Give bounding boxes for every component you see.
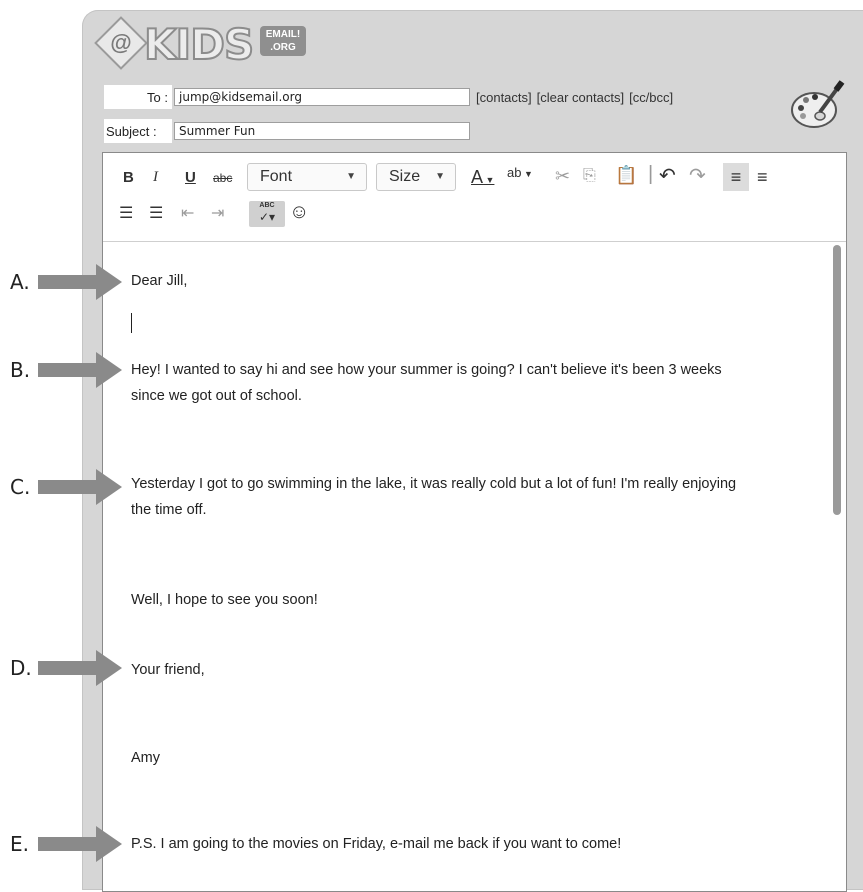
kidsemail-logo: @ KIDS EMAIL! .ORG xyxy=(94,16,330,70)
bullet-list-icon[interactable]: ☰ xyxy=(149,203,163,223)
annotation-e-arrow xyxy=(38,826,122,862)
italic-button[interactable]: I xyxy=(153,169,158,186)
message-editor[interactable]: B I U abc Font ▼ Size ▼ A ▼ ab ▼ ✂ ⎘ 📋 | ↶… xyxy=(102,152,847,892)
annotation-e-label: E. xyxy=(10,832,29,856)
strikethrough-button[interactable]: abc xyxy=(213,171,232,185)
to-input[interactable]: jump@kidsemail.org xyxy=(174,88,470,106)
ps-line: P.S. I am going to the movies on Friday,… xyxy=(131,836,622,852)
numbered-list-icon[interactable]: ☰ xyxy=(119,203,133,223)
logo-mark: @ xyxy=(94,16,148,70)
copy-icon[interactable]: ⎘ xyxy=(583,167,596,185)
editor-scrollbar[interactable] xyxy=(833,245,841,515)
indent-icon[interactable]: ⇥ xyxy=(211,203,224,223)
closing-line: Well, I hope to see you soon! xyxy=(131,592,318,608)
palette-icon[interactable] xyxy=(790,78,846,134)
paragraph-1: Hey! I wanted to say hi and see how your… xyxy=(131,362,722,404)
spellcheck-button[interactable]: ABC ✓▾ xyxy=(249,201,285,227)
annotation-c-arrow xyxy=(38,469,122,505)
undo-icon[interactable]: ↶ xyxy=(659,163,676,188)
highlight-color-button[interactable]: ab ▼ xyxy=(507,165,533,180)
text-cursor xyxy=(131,313,132,333)
annotation-a-label: A. xyxy=(10,270,30,294)
clear-contacts-link[interactable]: [clear contacts] xyxy=(537,90,624,105)
redo-icon[interactable]: ↷ xyxy=(689,163,706,188)
subject-row: Subject : Summer Fun xyxy=(104,119,470,143)
annotation-b-arrow xyxy=(38,352,122,388)
annotation-a-arrow xyxy=(38,264,122,300)
annotation-b-label: B. xyxy=(10,358,31,382)
to-row: To : jump@kidsemail.org [contacts] [clear… xyxy=(104,85,678,109)
signoff-line: Your friend, xyxy=(131,662,205,678)
annotation-c-label: C. xyxy=(10,475,31,499)
address-links: [contacts] [clear contacts] [cc/bcc] xyxy=(476,90,678,105)
toolbar-divider: | xyxy=(648,163,654,185)
paste-icon[interactable]: 📋 xyxy=(615,165,637,186)
annotation-d-arrow xyxy=(38,650,122,686)
cc-bcc-link[interactable]: [cc/bcc] xyxy=(629,90,673,105)
logo-badge: EMAIL! .ORG xyxy=(260,26,306,56)
formatting-toolbar: B I U abc Font ▼ Size ▼ A ▼ ab ▼ ✂ ⎘ 📋 | ↶… xyxy=(103,153,846,242)
bold-button[interactable]: B xyxy=(123,169,134,186)
size-select[interactable]: Size ▼ xyxy=(376,163,456,191)
outdent-icon[interactable]: ⇤ xyxy=(181,203,194,223)
align-left-icon[interactable]: ≡ xyxy=(723,163,749,191)
paragraph-2: Yesterday I got to go swimming in the la… xyxy=(131,476,737,518)
annotation-d-label: D. xyxy=(10,656,32,680)
subject-label: Subject : xyxy=(104,119,172,143)
to-label: To : xyxy=(104,85,172,109)
font-select[interactable]: Font ▼ xyxy=(247,163,367,191)
cut-icon[interactable]: ✂ xyxy=(555,166,570,187)
underline-button[interactable]: U xyxy=(185,169,196,186)
text-color-button[interactable]: A ▼ xyxy=(471,167,494,188)
signature-line: Amy xyxy=(131,750,160,766)
align-center-icon[interactable]: ≡ xyxy=(757,163,768,191)
greeting-line: Dear Jill, xyxy=(131,273,188,289)
logo-word: KIDS xyxy=(143,19,255,70)
contacts-link[interactable]: [contacts] xyxy=(476,90,532,105)
subject-input[interactable]: Summer Fun xyxy=(174,122,470,140)
smiley-icon[interactable]: ☺ xyxy=(289,201,309,224)
